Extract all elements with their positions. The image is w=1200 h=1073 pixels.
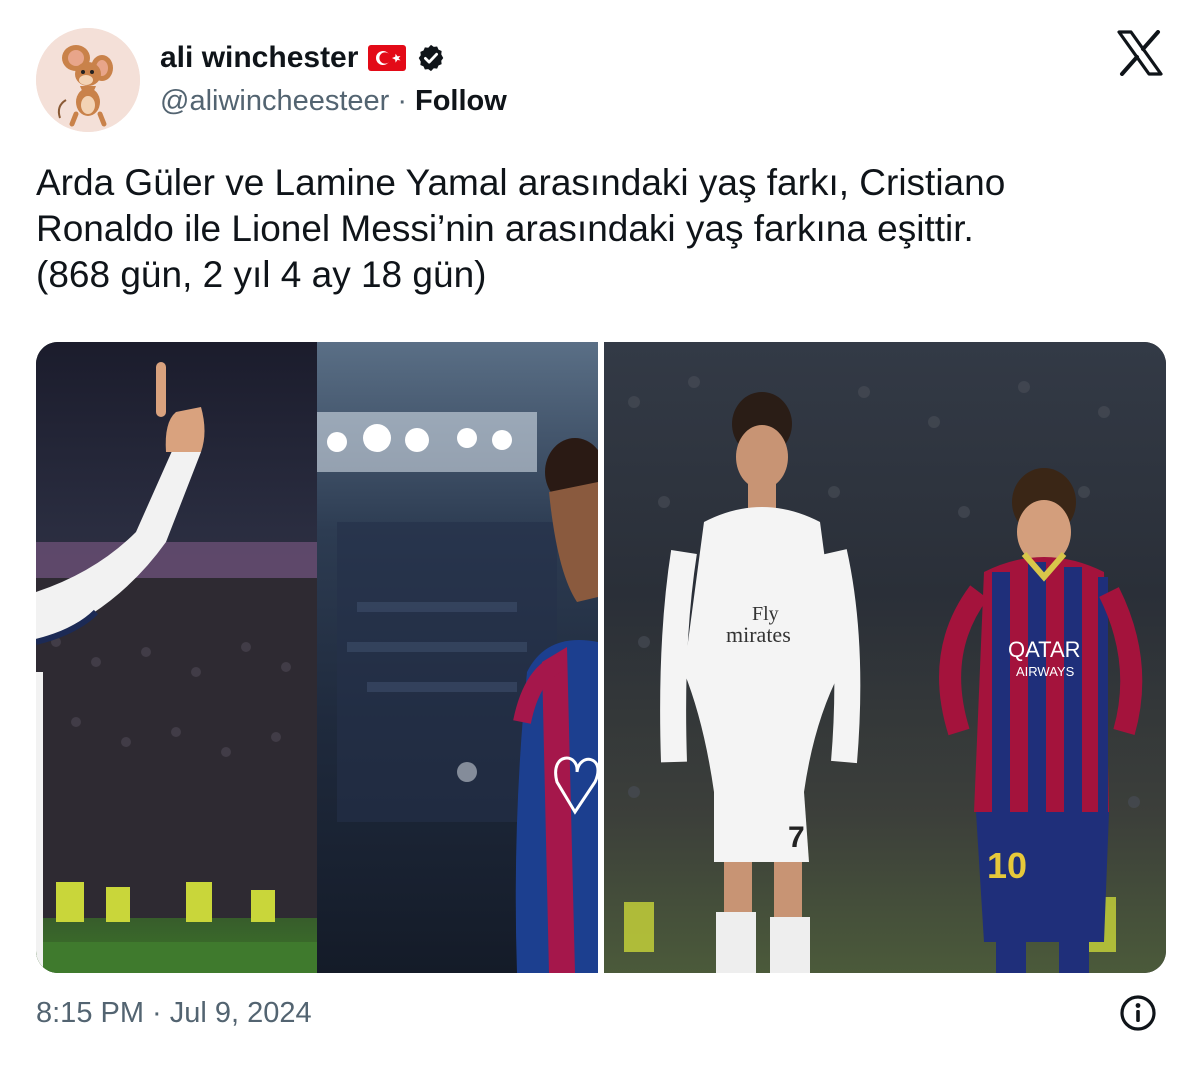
handle-separator: · [397, 84, 407, 117]
media-photo-lamine-yamal[interactable] [317, 342, 598, 973]
tweet-text-line: Ronaldo ile Lionel Messi’nin arasındaki … [36, 208, 974, 249]
media-photo-arda-guler[interactable] [36, 342, 317, 973]
tweet-timestamp[interactable]: 8:15 PM · Jul 9, 2024 [36, 994, 312, 1032]
tweet-media[interactable]: Fly mirates 7 QATAR AIRWAYS 10 [36, 342, 1166, 973]
follow-button[interactable]: Follow [415, 85, 507, 118]
media-photo-ronaldo-messi[interactable]: Fly mirates 7 QATAR AIRWAYS 10 [604, 342, 1166, 973]
messi-shorts-number: 10 [987, 845, 1027, 886]
cartoon-mouse-avatar [36, 28, 140, 132]
x-logo-icon[interactable] [1116, 30, 1164, 76]
author-name-row: ali winchester [160, 38, 446, 78]
avatar[interactable] [36, 28, 140, 132]
kit-sponsor-text: mirates [726, 622, 791, 647]
author-handle-row: @aliwincheesteer · Follow [160, 82, 507, 120]
ronaldo-shorts-number: 7 [788, 821, 805, 854]
author-name[interactable]: ali winchester [160, 41, 358, 75]
kit-sponsor-text: QATAR [1008, 637, 1081, 662]
info-icon[interactable] [1118, 993, 1158, 1033]
turkey-flag-icon [368, 45, 407, 71]
verified-badge-icon [416, 43, 446, 73]
tweet-text: Arda Güler ve Lamine Yamal arasındaki ya… [36, 160, 1176, 298]
author-handle[interactable]: @aliwincheesteer [160, 85, 389, 118]
tweet-text-line: (868 gün, 2 yıl 4 ay 18 gün) [36, 254, 487, 295]
kit-sponsor-text: AIRWAYS [1016, 664, 1075, 679]
tweet-text-line: Arda Güler ve Lamine Yamal arasındaki ya… [36, 162, 1006, 203]
